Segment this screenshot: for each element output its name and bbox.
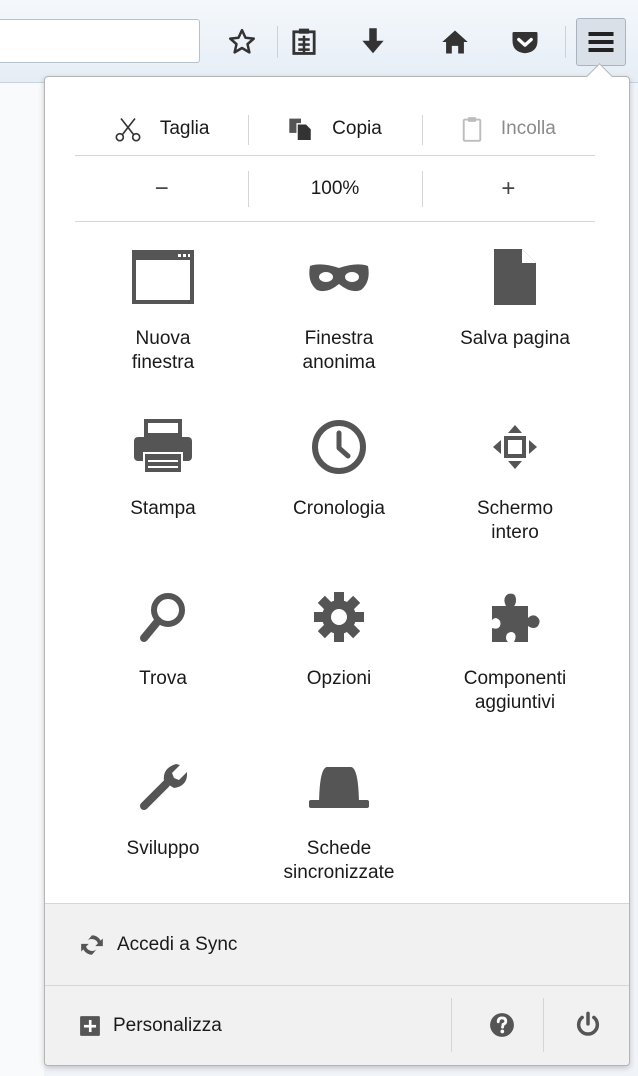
paste-label: Incolla (500, 118, 556, 139)
tile-find[interactable]: Trova (75, 587, 251, 757)
tile-label-line2: anonima (302, 352, 376, 373)
reading-list-icon (292, 28, 316, 55)
tile-label-line1: Sviluppo (126, 838, 200, 859)
reading-list-button[interactable] (281, 19, 327, 65)
zoom-controls: − 100% + (75, 157, 595, 222)
edit-controls: Taglia Copia Incolla (75, 103, 595, 156)
tile-fullscreen[interactable]: Schermo intero (427, 417, 603, 587)
paste-button[interactable]: Incolla (421, 103, 595, 155)
zoom-out-button[interactable]: − (75, 157, 248, 221)
menu-tiles-grid: Nuova finestra Finestra anonima Salva pa… (75, 247, 603, 927)
home-icon (442, 30, 468, 54)
tile-label-line1: Componenti (463, 668, 567, 689)
zoom-reset-button[interactable]: 100% (248, 157, 421, 221)
developer-wrench-icon (128, 757, 198, 817)
sync-label: Accedi a Sync (117, 933, 238, 955)
main-menu-panel: Taglia Copia Incolla − 100% + Nuova fine… (44, 76, 630, 1066)
downloads-icon (362, 28, 384, 54)
addons-puzzle-icon (480, 587, 550, 647)
copy-icon (288, 116, 314, 142)
print-icon (128, 417, 198, 477)
tile-save-page[interactable]: Salva pagina (427, 247, 603, 417)
tile-print[interactable]: Stampa (75, 417, 251, 587)
pocket-icon (512, 32, 538, 54)
customize-label: Personalizza (113, 1014, 222, 1036)
copy-button[interactable]: Copia (248, 103, 421, 155)
bookmark-star-button[interactable] (218, 19, 266, 65)
tile-synced-tabs[interactable]: Schede sincronizzate (251, 757, 427, 927)
sync-icon (79, 932, 105, 958)
page-content-area (0, 83, 44, 1076)
toolbar-separator (277, 26, 278, 58)
private-mask-icon (304, 247, 374, 307)
synced-tabs-icon (304, 757, 374, 817)
toolbar-separator (565, 26, 566, 58)
tile-private-window[interactable]: Finestra anonima (251, 247, 427, 417)
customize-button[interactable]: Personalizza (45, 986, 222, 1065)
tile-label-line1: Opzioni (306, 668, 372, 689)
tile-label-line1: Trova (139, 668, 187, 689)
tile-label-line1: Finestra (304, 328, 374, 349)
menu-icon (588, 32, 614, 52)
power-icon (576, 1011, 600, 1036)
tile-label-line2: aggiuntivi (474, 692, 556, 713)
plus-square-icon (79, 1015, 101, 1037)
options-gear-icon (304, 587, 374, 647)
bookmark-star-icon (229, 28, 255, 54)
tile-new-window[interactable]: Nuova finestra (75, 247, 251, 417)
tile-label-line1: Schede (306, 838, 372, 859)
sync-signin-button[interactable]: Accedi a Sync (45, 903, 629, 985)
help-icon (490, 1013, 514, 1037)
tile-label-line2: intero (491, 522, 539, 543)
cut-label: Taglia (159, 118, 210, 139)
url-bar[interactable] (0, 19, 200, 63)
tile-label-line1: Stampa (130, 498, 196, 519)
fullscreen-icon (480, 417, 550, 477)
home-button[interactable] (430, 19, 480, 65)
copy-label: Copia (332, 118, 382, 139)
pocket-button[interactable] (500, 19, 550, 65)
tile-label-line1: Schermo (476, 498, 554, 519)
history-clock-icon (304, 417, 374, 477)
tile-label-line1: Cronologia (293, 498, 385, 519)
paste-icon (461, 116, 483, 142)
new-window-icon (128, 247, 198, 307)
save-page-icon (480, 247, 550, 307)
tile-history[interactable]: Cronologia (251, 417, 427, 587)
tile-label-line2: sincronizzate (283, 862, 395, 883)
tile-addons[interactable]: Componenti aggiuntivi (427, 587, 603, 757)
downloads-button[interactable] (348, 19, 398, 65)
cut-button[interactable]: Taglia (75, 103, 248, 155)
tile-developer[interactable]: Sviluppo (75, 757, 251, 927)
footer-bar: Personalizza (45, 985, 629, 1065)
tile-label-line1: Salva pagina (460, 328, 570, 349)
tile-label-line1: Nuova (135, 328, 191, 349)
footer-separator (451, 998, 452, 1052)
help-button[interactable] (457, 986, 547, 1064)
nav-toolbar (0, 0, 638, 83)
tile-label-line2: finestra (131, 352, 195, 373)
zoom-in-button[interactable]: + (421, 157, 595, 221)
tile-options[interactable]: Opzioni (251, 587, 427, 757)
open-menu-button[interactable] (576, 18, 626, 66)
quit-button[interactable] (543, 986, 633, 1064)
find-icon (128, 587, 198, 647)
scissors-icon (114, 115, 142, 143)
